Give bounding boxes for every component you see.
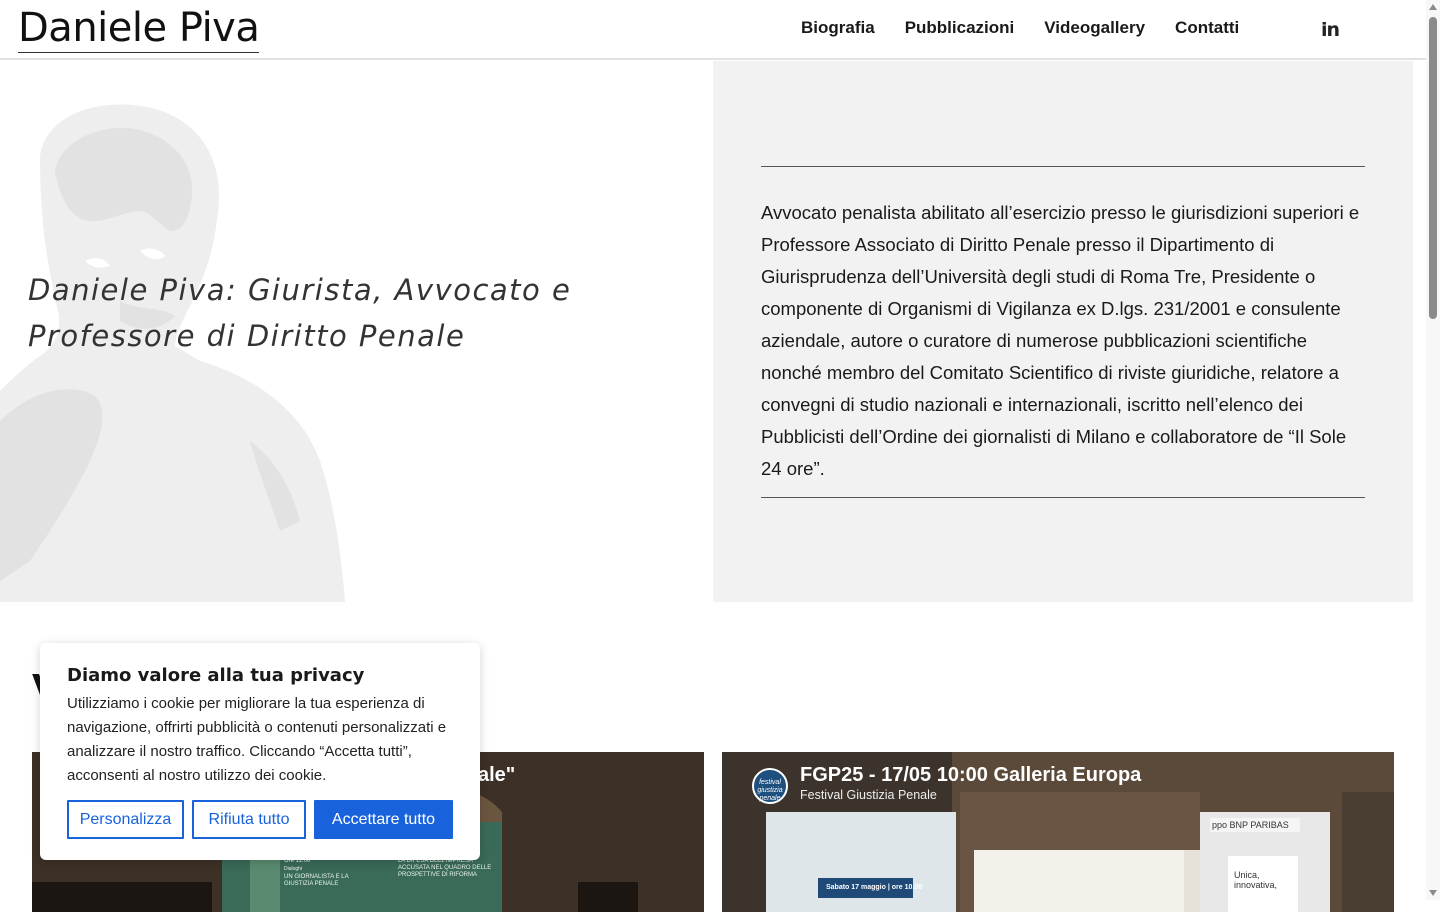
nav-item-pubblicazioni[interactable]: Pubblicazioni bbox=[905, 18, 1015, 38]
linkedin-icon[interactable]: in bbox=[1321, 19, 1340, 41]
nav-item-contatti[interactable]: Contatti bbox=[1175, 18, 1239, 38]
cookie-title: Diamo valore alla tua privacy bbox=[67, 665, 365, 686]
hero-title: Daniele Piva: Giurista, Avvocato e Profe… bbox=[28, 273, 572, 353]
bio-text: Avvocato penalista abilitato all’eserciz… bbox=[761, 202, 1360, 479]
site-logo[interactable]: Daniele Piva bbox=[18, 4, 260, 53]
video-title-2[interactable]: FGP25 - 17/05 10:00 Galleria Europa bbox=[800, 764, 1141, 787]
banner-text: Sabato 17 maggio | ore 10.00 bbox=[826, 884, 923, 891]
channel-avatar[interactable]: festival giustizia penale bbox=[752, 768, 788, 804]
nav-item-videogallery[interactable]: Videogallery bbox=[1044, 18, 1145, 38]
video-card-2[interactable]: Sabato 17 maggio | ore 10.00 ppo BNP PAR… bbox=[722, 752, 1394, 912]
main-nav: Biografia Pubblicazioni Videogallery Con… bbox=[801, 18, 1239, 38]
video-channel-name[interactable]: Festival Giustizia Penale bbox=[800, 788, 937, 802]
hero-bio-panel: Avvocato penalista abilitato all’eserciz… bbox=[713, 61, 1413, 602]
hero-left-panel: Daniele Piva: Giurista, Avvocato e Profe… bbox=[0, 61, 713, 602]
cookie-consent-modal: Diamo valore alla tua privacy Utilizziam… bbox=[40, 643, 480, 860]
site-header: Daniele Piva Biografia Pubblicazioni Vid… bbox=[0, 0, 1426, 60]
slide-line-3: UN GIORNALISTA E LA GIUSTIZIA PENALE bbox=[284, 874, 349, 887]
cookie-text: Utilizziamo i cookie per migliorare la t… bbox=[67, 695, 447, 784]
cookie-buttons: Personalizza Rifiuta tutto Accettare tut… bbox=[67, 800, 453, 839]
scroll-down-arrow-icon[interactable] bbox=[1429, 890, 1437, 896]
scrollbar-thumb[interactable] bbox=[1429, 17, 1437, 319]
accept-all-button[interactable]: Accettare tutto bbox=[314, 800, 453, 839]
bank-sign: ppo BNP PARIBAS bbox=[1212, 820, 1289, 830]
poster-text: Unica, innovativa, bbox=[1234, 870, 1278, 890]
reject-all-button[interactable]: Rifiuta tutto bbox=[192, 800, 306, 839]
page-scrollbar[interactable] bbox=[1426, 0, 1440, 900]
scroll-up-arrow-icon[interactable] bbox=[1429, 4, 1437, 10]
video-title-1: ale" bbox=[478, 764, 516, 786]
divider-bottom bbox=[761, 497, 1365, 498]
slide-line-4: LA DIFESA DELL'IMPRESA ACCUSATA NEL QUAD… bbox=[398, 858, 492, 878]
nav-item-biografia[interactable]: Biografia bbox=[801, 18, 875, 38]
customize-button[interactable]: Personalizza bbox=[67, 800, 184, 839]
divider-top bbox=[761, 166, 1365, 167]
slide-line-2: Dialoghi bbox=[284, 866, 303, 872]
